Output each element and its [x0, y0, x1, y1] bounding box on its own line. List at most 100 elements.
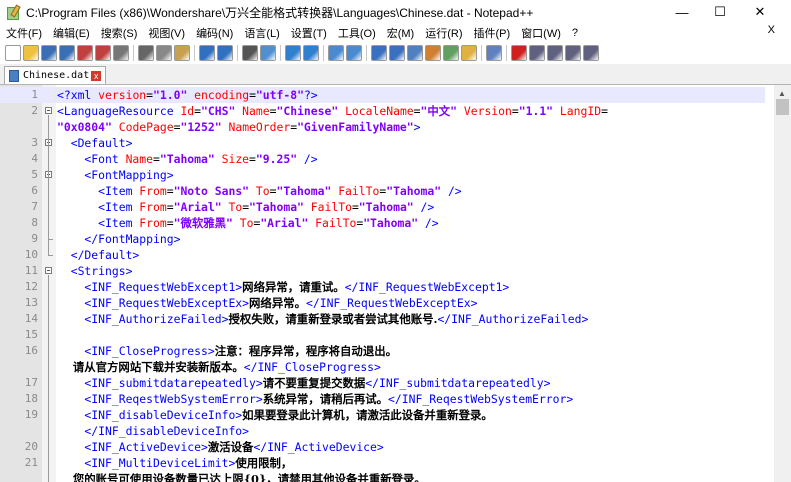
code-line[interactable]: 3 <Default>: [0, 135, 765, 151]
token-op: =: [601, 104, 608, 118]
print-icon[interactable]: [113, 45, 129, 61]
close-icon[interactable]: [77, 45, 93, 61]
cut-icon[interactable]: [138, 45, 154, 61]
lang-icon[interactable]: [425, 45, 441, 61]
token-attr: To: [221, 200, 243, 214]
close-window-button[interactable]: ✕: [737, 0, 783, 24]
menu-bar: 文件(F) 编辑(E) 搜索(S) 视图(V) 编码(N) 语言(L) 设置(T) 工具(O)…: [0, 24, 791, 42]
editor-area[interactable]: ▲ 1 <?xml version="1.0" encoding="utf-8"?…: [0, 85, 791, 482]
code-line[interactable]: 15: [0, 327, 765, 343]
tab-close-icon[interactable]: x: [91, 70, 102, 81]
menu-item-0[interactable]: 文件(F): [0, 25, 47, 41]
tab-label: Chinese.dat: [23, 70, 90, 81]
func-list-icon[interactable]: [443, 45, 459, 61]
token-op: =: [194, 104, 202, 118]
code-text: 请从官方网站下载并安装新版本。</INF_CloseProgress>: [57, 359, 381, 375]
scroll-up-icon[interactable]: ▲: [778, 89, 786, 98]
undo-icon[interactable]: [199, 45, 215, 61]
show-all-icon[interactable]: [389, 45, 405, 61]
stop-icon[interactable]: [529, 45, 545, 61]
code-line[interactable]: 4 <Font Name="Tahoma" Size="9.25" />: [0, 151, 765, 167]
record-icon[interactable]: [511, 45, 527, 61]
monitor-icon[interactable]: [486, 45, 502, 61]
redo-icon[interactable]: [217, 45, 233, 61]
tab-chinese-dat[interactable]: Chinese.dat x: [4, 66, 107, 84]
code-text: <INF_ActiveDevice>激活设备</INF_ActiveDevice…: [57, 439, 383, 455]
toolbar-separator: [506, 45, 507, 61]
line-number: 8: [31, 216, 38, 229]
menu-item-11[interactable]: 窗口(W): [515, 25, 566, 41]
code-line[interactable]: 2 <LanguageResource Id="CHS" Name="Chines…: [0, 103, 765, 119]
code-line[interactable]: 11 <Strings>: [0, 263, 765, 279]
code-line[interactable]: 14 <INF_AuthorizeFailed>授权失败，请重新登录或者尝试其他…: [0, 311, 765, 327]
indent-guide-icon[interactable]: [407, 45, 423, 61]
code-line[interactable]: "0x0804" CodePage="1252" NameOrder="Give…: [0, 119, 765, 135]
wrap-icon[interactable]: [371, 45, 387, 61]
fold-toggle-icon[interactable]: [45, 267, 52, 274]
play-icon[interactable]: [547, 45, 563, 61]
menu-item-9[interactable]: 运行(R): [419, 25, 467, 41]
menu-item-4[interactable]: 编码(N): [190, 25, 238, 41]
code-line[interactable]: 20 <INF_ActiveDevice>激活设备</INF_ActiveDev…: [0, 439, 765, 455]
copy-icon[interactable]: [156, 45, 172, 61]
code-line[interactable]: 17 <INF_submitdatarepeatedly>请不要重复提交数据</…: [0, 375, 765, 391]
menu-item-2[interactable]: 搜索(S): [95, 25, 143, 41]
menu-item-3[interactable]: 视图(V): [142, 25, 190, 41]
menu-item-6[interactable]: 设置(T): [285, 25, 332, 41]
code-line[interactable]: 13 <INF_RequestWebExceptEx>网络异常。</INF_Re…: [0, 295, 765, 311]
save-macro-icon[interactable]: [583, 45, 599, 61]
menu-item-7[interactable]: 工具(O): [332, 25, 381, 41]
line-number: 21: [24, 456, 38, 469]
code-line[interactable]: 6 <Item From="Noto Sans" To="Tahoma" Fai…: [0, 183, 765, 199]
code-line[interactable]: 5 <FontMapping>: [0, 167, 765, 183]
token-attr: version: [98, 88, 147, 102]
paste-icon[interactable]: [174, 45, 190, 61]
code-line[interactable]: 9 </FontMapping>: [0, 231, 765, 247]
zoom-in-icon[interactable]: [285, 45, 301, 61]
code-text: <Font Name="Tahoma" Size="9.25" />: [57, 151, 317, 167]
token-val: "Arial": [173, 200, 222, 214]
save-icon[interactable]: [41, 45, 57, 61]
save-all-icon[interactable]: [59, 45, 75, 61]
fold-guide-line: [48, 275, 49, 482]
close-all-icon[interactable]: [95, 45, 111, 61]
code-line[interactable]: 16 <INF_CloseProgress>注意：程序异常，程序将自动退出。: [0, 343, 765, 359]
replace-icon[interactable]: [260, 45, 276, 61]
code-line[interactable]: 8 <Item From="微软雅黑" To="Arial" FailTo="T…: [0, 215, 765, 231]
menu-item-1[interactable]: 编辑(E): [47, 25, 95, 41]
token-tag: <INF_submitdatarepeatedly>: [57, 376, 263, 390]
token-op: =: [166, 216, 174, 230]
code-line[interactable]: 21 <INF_MultiDeviceLimit>使用限制，: [0, 455, 765, 471]
folder-icon[interactable]: [461, 45, 477, 61]
zoom-out-icon[interactable]: [303, 45, 319, 61]
token-tag: ?>: [303, 88, 318, 102]
find-icon[interactable]: [242, 45, 258, 61]
code-line[interactable]: 10 </Default>: [0, 247, 765, 263]
code-line[interactable]: 12 <INF_RequestWebExcept1>网络异常，请重试。</INF…: [0, 279, 765, 295]
play-multi-icon[interactable]: [565, 45, 581, 61]
code-line[interactable]: 1 <?xml version="1.0" encoding="utf-8"?>: [0, 87, 765, 103]
menu-item-12[interactable]: ?: [566, 27, 583, 39]
line-number: 9: [31, 232, 38, 245]
sync-v-icon[interactable]: [328, 45, 344, 61]
close-document-x[interactable]: X: [768, 24, 775, 36]
menu-item-8[interactable]: 宏(M): [381, 25, 420, 41]
menu-item-5[interactable]: 语言(L): [238, 25, 284, 41]
fold-toggle-icon[interactable]: [45, 107, 52, 114]
code-line[interactable]: 您的账号可使用设备数量已达上限{0}，请禁用其他设备并重新登录。: [0, 471, 765, 482]
code-line[interactable]: 19 <INF_disableDeviceInfo>如果要登录此计算机，请激活此…: [0, 407, 765, 423]
code-line[interactable]: </INF_disableDeviceInfo>: [0, 423, 765, 439]
open-icon[interactable]: [23, 45, 39, 61]
code-line[interactable]: 请从官方网站下载并安装新版本。</INF_CloseProgress>: [0, 359, 765, 375]
line-number: 6: [31, 184, 38, 197]
code-line[interactable]: 18 <INF_ReqestWebSystemError>系统异常，请稍后再试。…: [0, 391, 765, 407]
token-tag: <Default>: [57, 136, 133, 150]
new-icon[interactable]: [5, 45, 21, 61]
scroll-thumb[interactable]: [776, 99, 789, 115]
sync-h-icon[interactable]: [346, 45, 362, 61]
token-val: "Tahoma": [159, 152, 215, 166]
code-line[interactable]: 7 <Item From="Arial" To="Tahoma" FailTo=…: [0, 199, 765, 215]
menu-item-10[interactable]: 插件(P): [468, 25, 516, 41]
vertical-scrollbar[interactable]: ▲: [774, 85, 791, 482]
code-text: <INF_submitdatarepeatedly>请不要重复提交数据</INF…: [57, 375, 550, 391]
